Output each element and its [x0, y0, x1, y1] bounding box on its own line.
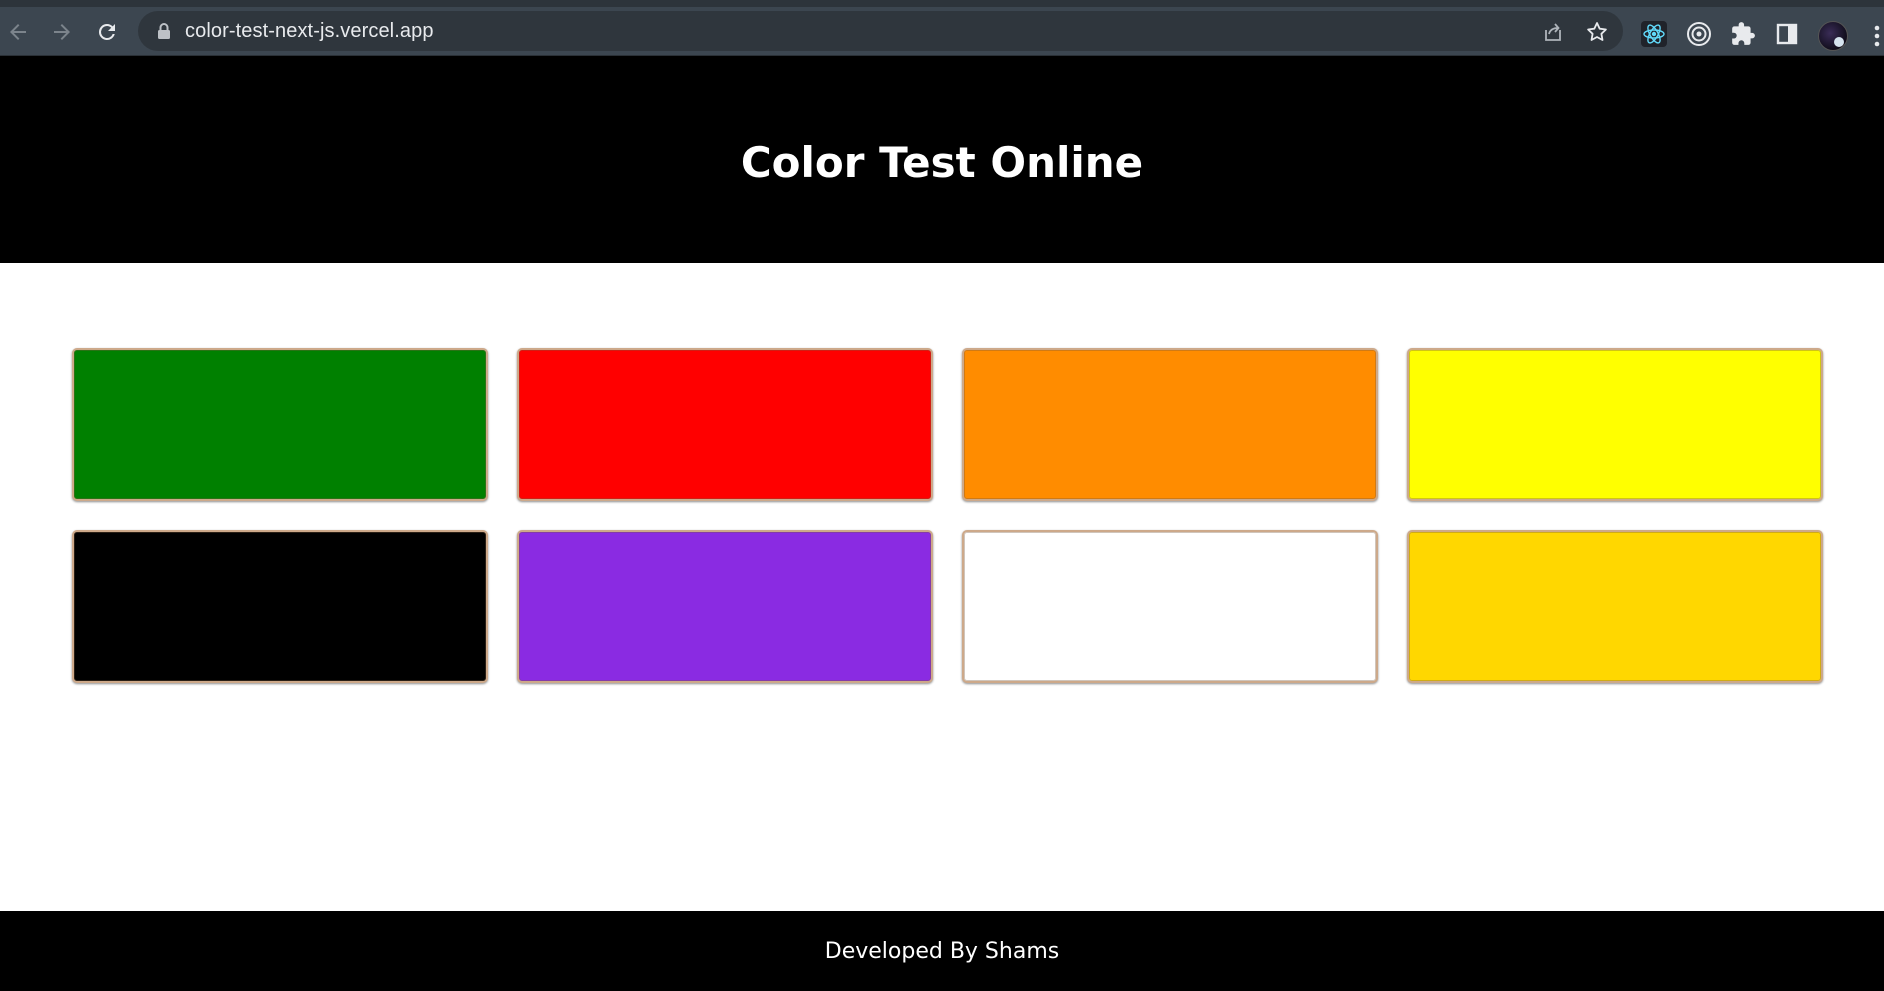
browser-toolbar: color-test-next-js.vercel.app: [0, 0, 1884, 56]
color-grid: [72, 348, 1824, 683]
swatch-green[interactable]: [72, 348, 488, 501]
swatch-gold[interactable]: [1407, 530, 1823, 683]
profile-avatar[interactable]: [1818, 21, 1848, 51]
site-footer: Developed By Shams: [0, 911, 1884, 991]
swatch-yellow[interactable]: [1407, 348, 1823, 501]
kebab-menu-icon[interactable]: [1873, 24, 1881, 48]
share-icon[interactable]: [1540, 19, 1566, 45]
target-extension-icon[interactable]: [1685, 20, 1713, 48]
profile-badge: [1834, 37, 1844, 47]
address-bar[interactable]: color-test-next-js.vercel.app: [138, 11, 1623, 51]
swatch-blueviolet[interactable]: [517, 530, 933, 683]
url-text[interactable]: color-test-next-js.vercel.app: [185, 20, 434, 43]
side-panel-icon[interactable]: [1773, 20, 1801, 48]
reload-icon[interactable]: [92, 17, 122, 47]
lock-icon[interactable]: [156, 22, 172, 40]
back-arrow-icon[interactable]: [3, 17, 33, 47]
site-header: Color Test Online: [0, 56, 1884, 263]
swatch-white[interactable]: [962, 530, 1378, 683]
react-devtools-icon[interactable]: [1640, 20, 1668, 48]
footer-credit: Developed By Shams: [824, 938, 1060, 964]
swatch-red[interactable]: [517, 348, 933, 501]
swatch-darkorange[interactable]: [962, 348, 1378, 501]
forward-arrow-icon[interactable]: [47, 17, 77, 47]
page-title: Color Test Online: [740, 138, 1144, 187]
swatch-black[interactable]: [72, 530, 488, 683]
puzzle-extensions-icon[interactable]: [1729, 20, 1757, 48]
star-icon[interactable]: [1584, 19, 1610, 45]
